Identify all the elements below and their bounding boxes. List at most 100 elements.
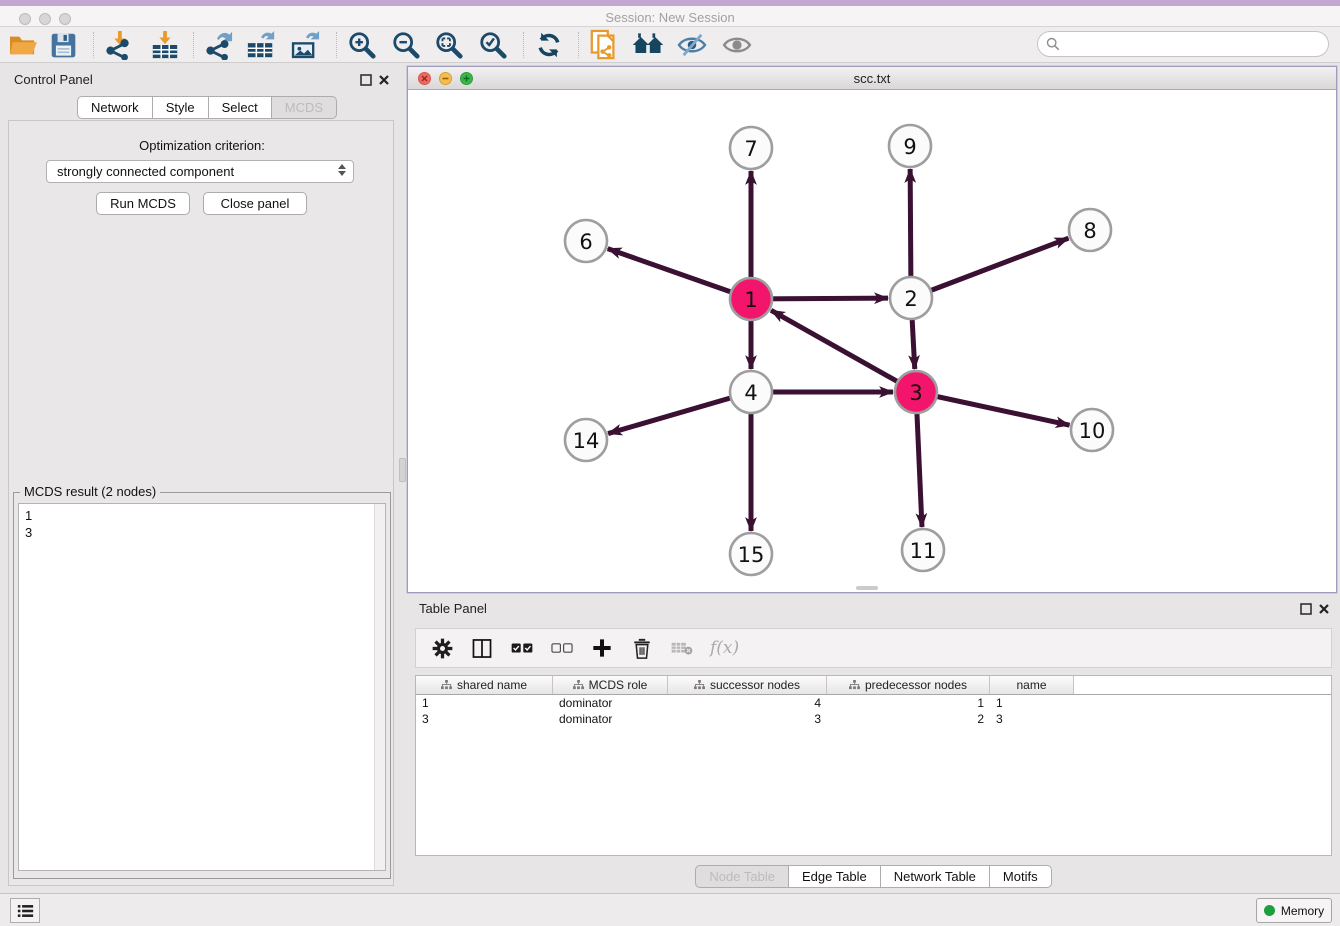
close-panel-button[interactable]: Close panel [203, 192, 307, 215]
table-tabs: Node TableEdge TableNetwork TableMotifs [407, 865, 1340, 888]
table-toolbar: f(x) [415, 628, 1332, 668]
column-header-successor-nodes[interactable]: successor nodes [668, 676, 827, 694]
node-label-7: 7 [744, 137, 757, 161]
tab-motifs[interactable]: Motifs [990, 865, 1052, 888]
run-mcds-button[interactable]: Run MCDS [96, 192, 190, 215]
canvas-scrollbar-handle[interactable] [856, 586, 878, 590]
cell-r1-predecessor-nodes[interactable]: 2 [827, 711, 990, 727]
home-icon[interactable] [631, 30, 665, 60]
list-icon [17, 904, 34, 918]
float-table-panel-icon[interactable] [1300, 602, 1313, 615]
save-session-icon[interactable] [46, 30, 80, 60]
mcds-result-text: 1 3 [25, 507, 32, 541]
import-table-icon[interactable] [148, 30, 182, 60]
node-label-14: 14 [573, 429, 600, 453]
node-label-15: 15 [738, 543, 765, 567]
refresh-icon[interactable] [532, 30, 566, 60]
zoom-out-icon[interactable] [389, 30, 423, 60]
column-header-label: MCDS role [589, 678, 648, 692]
edge-3-1[interactable] [771, 310, 916, 392]
memory-button[interactable]: Memory [1256, 898, 1332, 923]
tab-network-table[interactable]: Network Table [881, 865, 990, 888]
cell-r0-name[interactable]: 1 [990, 695, 1074, 711]
cell-r0-shared-name[interactable]: 1 [416, 695, 553, 711]
mcds-result-group: MCDS result (2 nodes) 1 3 [13, 492, 391, 879]
open-file-icon[interactable] [6, 30, 40, 60]
network-window-title: scc.txt [408, 71, 1336, 86]
combo-arrows-icon [338, 164, 346, 176]
close-table-panel-icon[interactable] [1318, 602, 1331, 615]
unselect-all-icon[interactable] [550, 636, 574, 660]
control-panel-header: Control Panel [0, 66, 400, 94]
control-panel-tabs: NetworkStyleSelectMCDS [77, 96, 337, 119]
cell-r0-successor-nodes[interactable]: 4 [668, 695, 827, 711]
toolbar-separator [336, 32, 337, 58]
close-panel-icon[interactable] [378, 73, 391, 86]
table-row[interactable]: 3dominator323 [416, 711, 1331, 727]
zoom-selected-icon[interactable] [476, 30, 510, 60]
edge-1-6[interactable] [608, 249, 751, 299]
toolbar-separator [578, 32, 579, 58]
cell-r1-MCDS-role[interactable]: dominator [553, 711, 668, 727]
network-window: scc.txt 7968124314101511 [407, 66, 1337, 593]
result-scrollbar[interactable] [374, 504, 385, 870]
control-panel-title: Control Panel [14, 72, 93, 87]
tab-mcds[interactable]: MCDS [272, 96, 337, 119]
delete-column-icon[interactable] [630, 636, 654, 660]
table-panel: Table Panel f(x) shared nameMCDS rolesuc… [407, 597, 1340, 893]
tab-style[interactable]: Style [153, 96, 209, 119]
duplicate-network-icon[interactable] [587, 30, 621, 60]
edge-3-10[interactable] [916, 392, 1070, 425]
function-builder-icon[interactable]: f(x) [710, 638, 739, 658]
import-network-icon[interactable] [101, 30, 135, 60]
zoom-in-icon[interactable] [345, 30, 379, 60]
edge-4-14[interactable] [608, 392, 751, 434]
tab-network[interactable]: Network [77, 96, 153, 119]
node-label-1: 1 [744, 288, 757, 312]
export-table-icon[interactable] [244, 30, 278, 60]
app-title: Session: New Session [0, 10, 1340, 25]
gear-icon[interactable] [430, 636, 454, 660]
add-column-icon[interactable] [590, 636, 614, 660]
mcds-result-title: MCDS result (2 nodes) [20, 484, 160, 499]
task-history-button[interactable] [10, 898, 40, 923]
status-bar: Memory [0, 893, 1340, 926]
float-panel-icon[interactable] [360, 73, 373, 86]
search-field[interactable] [1037, 31, 1329, 57]
column-header-shared-name[interactable]: shared name [416, 676, 553, 694]
node-label-6: 6 [579, 230, 592, 254]
tab-node-table[interactable]: Node Table [695, 865, 789, 888]
tab-select[interactable]: Select [209, 96, 272, 119]
toolbar-separator [523, 32, 524, 58]
cell-r1-shared-name[interactable]: 3 [416, 711, 553, 727]
table-row[interactable]: 1dominator411 [416, 695, 1331, 711]
tab-edge-table[interactable]: Edge Table [789, 865, 881, 888]
export-network-icon[interactable] [201, 30, 235, 60]
hide-eye-icon[interactable] [675, 30, 709, 60]
column-type-icon [441, 680, 452, 690]
column-header-MCDS-role[interactable]: MCDS role [553, 676, 668, 694]
delete-table-icon[interactable] [670, 636, 694, 660]
mcds-result-box[interactable]: 1 3 [18, 503, 386, 871]
optimization-criterion-select[interactable]: strongly connected component [46, 160, 354, 183]
network-canvas[interactable]: 7968124314101511 [408, 90, 1336, 592]
column-header-name[interactable]: name [990, 676, 1074, 694]
columns-icon[interactable] [470, 636, 494, 660]
network-window-titlebar[interactable]: scc.txt [408, 67, 1336, 90]
search-input[interactable] [1065, 37, 1328, 52]
column-header-predecessor-nodes[interactable]: predecessor nodes [827, 676, 990, 694]
edge-2-8[interactable] [911, 238, 1068, 298]
show-eye-icon[interactable] [720, 30, 754, 60]
zoom-fit-icon[interactable] [432, 30, 466, 60]
cell-r1-successor-nodes[interactable]: 3 [668, 711, 827, 727]
node-label-8: 8 [1083, 219, 1096, 243]
node-table[interactable]: shared name MCDS role successor nodesprede… [415, 675, 1332, 856]
cell-r1-name[interactable]: 3 [990, 711, 1074, 727]
cell-r0-MCDS-role[interactable]: dominator [553, 695, 668, 711]
panel-splitter-grip[interactable] [399, 458, 406, 482]
select-all-icon[interactable] [510, 636, 534, 660]
cell-r0-predecessor-nodes[interactable]: 1 [827, 695, 990, 711]
export-image-icon[interactable] [288, 30, 322, 60]
memory-status-icon [1264, 905, 1275, 916]
optimization-criterion-label: Optimization criterion: [9, 138, 395, 153]
